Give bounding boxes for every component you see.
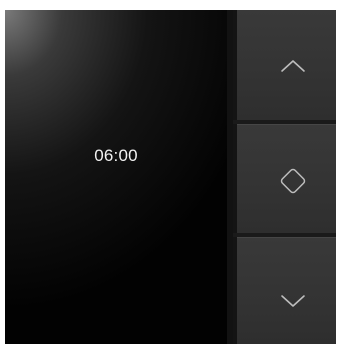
control-panel: 06:00 xyxy=(5,10,336,344)
home-button[interactable] xyxy=(237,124,336,233)
chevron-up-icon xyxy=(281,60,305,72)
time-display: 06:00 xyxy=(94,146,138,165)
down-button[interactable] xyxy=(237,237,336,344)
button-column xyxy=(233,10,336,344)
display-screen: 06:00 xyxy=(5,10,227,344)
chevron-down-icon xyxy=(281,295,305,307)
up-button[interactable] xyxy=(237,10,336,120)
diamond-icon xyxy=(280,168,306,194)
